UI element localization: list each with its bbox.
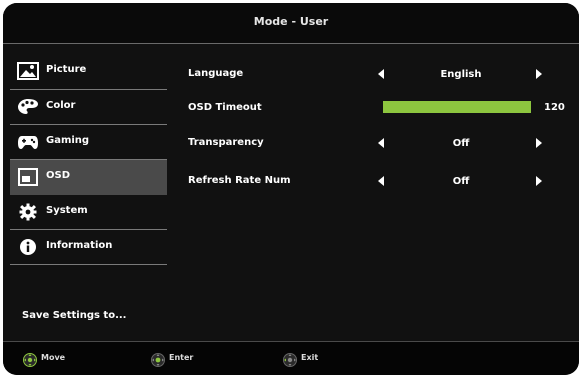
- gear-icon: [17, 203, 39, 221]
- sidebar-item-label: System: [46, 205, 88, 216]
- language-next-arrow-icon[interactable]: [536, 69, 542, 79]
- language-value[interactable]: English: [421, 69, 501, 80]
- dpad-move-icon: [21, 352, 39, 367]
- transparency-prev-arrow-icon[interactable]: [378, 138, 384, 148]
- sidebar-item-gaming[interactable]: Gaming: [10, 125, 167, 159]
- sidebar-item-information[interactable]: Information: [10, 230, 167, 264]
- dpad-exit-icon: [281, 352, 299, 367]
- sidebar-item-label: OSD: [46, 170, 71, 181]
- info-icon: [17, 238, 39, 256]
- save-settings-button[interactable]: Save Settings to...: [22, 310, 126, 321]
- transparency-value[interactable]: Off: [421, 138, 501, 149]
- refresh-rate-num-prev-arrow-icon[interactable]: [378, 176, 384, 186]
- refresh-rate-num-label: Refresh Rate Num: [188, 175, 291, 186]
- sidebar-item-label: Information: [46, 240, 113, 251]
- osd-icon: [17, 168, 39, 186]
- title-divider: [3, 43, 579, 44]
- picture-icon: [17, 62, 39, 80]
- footer-bar: Move Enter Exit: [3, 342, 579, 375]
- sidebar-item-color[interactable]: Color: [10, 90, 167, 124]
- palette-icon: [17, 98, 39, 116]
- footer-exit-label: Exit: [301, 353, 319, 362]
- language-prev-arrow-icon[interactable]: [378, 69, 384, 79]
- language-label: Language: [188, 68, 244, 79]
- osd-timeout-slider[interactable]: [383, 101, 531, 113]
- osd-window: Mode - User Picture Color Gaming OSD Sys…: [3, 3, 579, 375]
- transparency-label: Transparency: [188, 137, 264, 148]
- refresh-rate-num-next-arrow-icon[interactable]: [536, 176, 542, 186]
- sidebar-item-osd[interactable]: OSD: [10, 160, 167, 195]
- gamepad-icon: [17, 133, 39, 151]
- sidebar-item-label: Gaming: [46, 135, 90, 146]
- sidebar-item-picture[interactable]: Picture: [10, 54, 167, 88]
- sidebar-item-label: Color: [46, 100, 76, 111]
- footer-move-label: Move: [41, 353, 66, 362]
- dpad-enter-icon: [149, 352, 167, 367]
- sidebar-divider: [10, 264, 167, 265]
- transparency-next-arrow-icon[interactable]: [536, 138, 542, 148]
- sidebar-item-label: Picture: [46, 64, 87, 75]
- page-title: Mode - User: [253, 15, 329, 28]
- sidebar-item-system[interactable]: System: [10, 195, 167, 229]
- refresh-rate-num-value[interactable]: Off: [421, 176, 501, 187]
- title-bar: Mode - User: [3, 3, 579, 43]
- osd-timeout-label: OSD Timeout: [188, 102, 262, 113]
- osd-timeout-slider-fill: [383, 101, 531, 113]
- footer-enter-label: Enter: [169, 353, 194, 362]
- osd-timeout-value: 120: [544, 102, 565, 113]
